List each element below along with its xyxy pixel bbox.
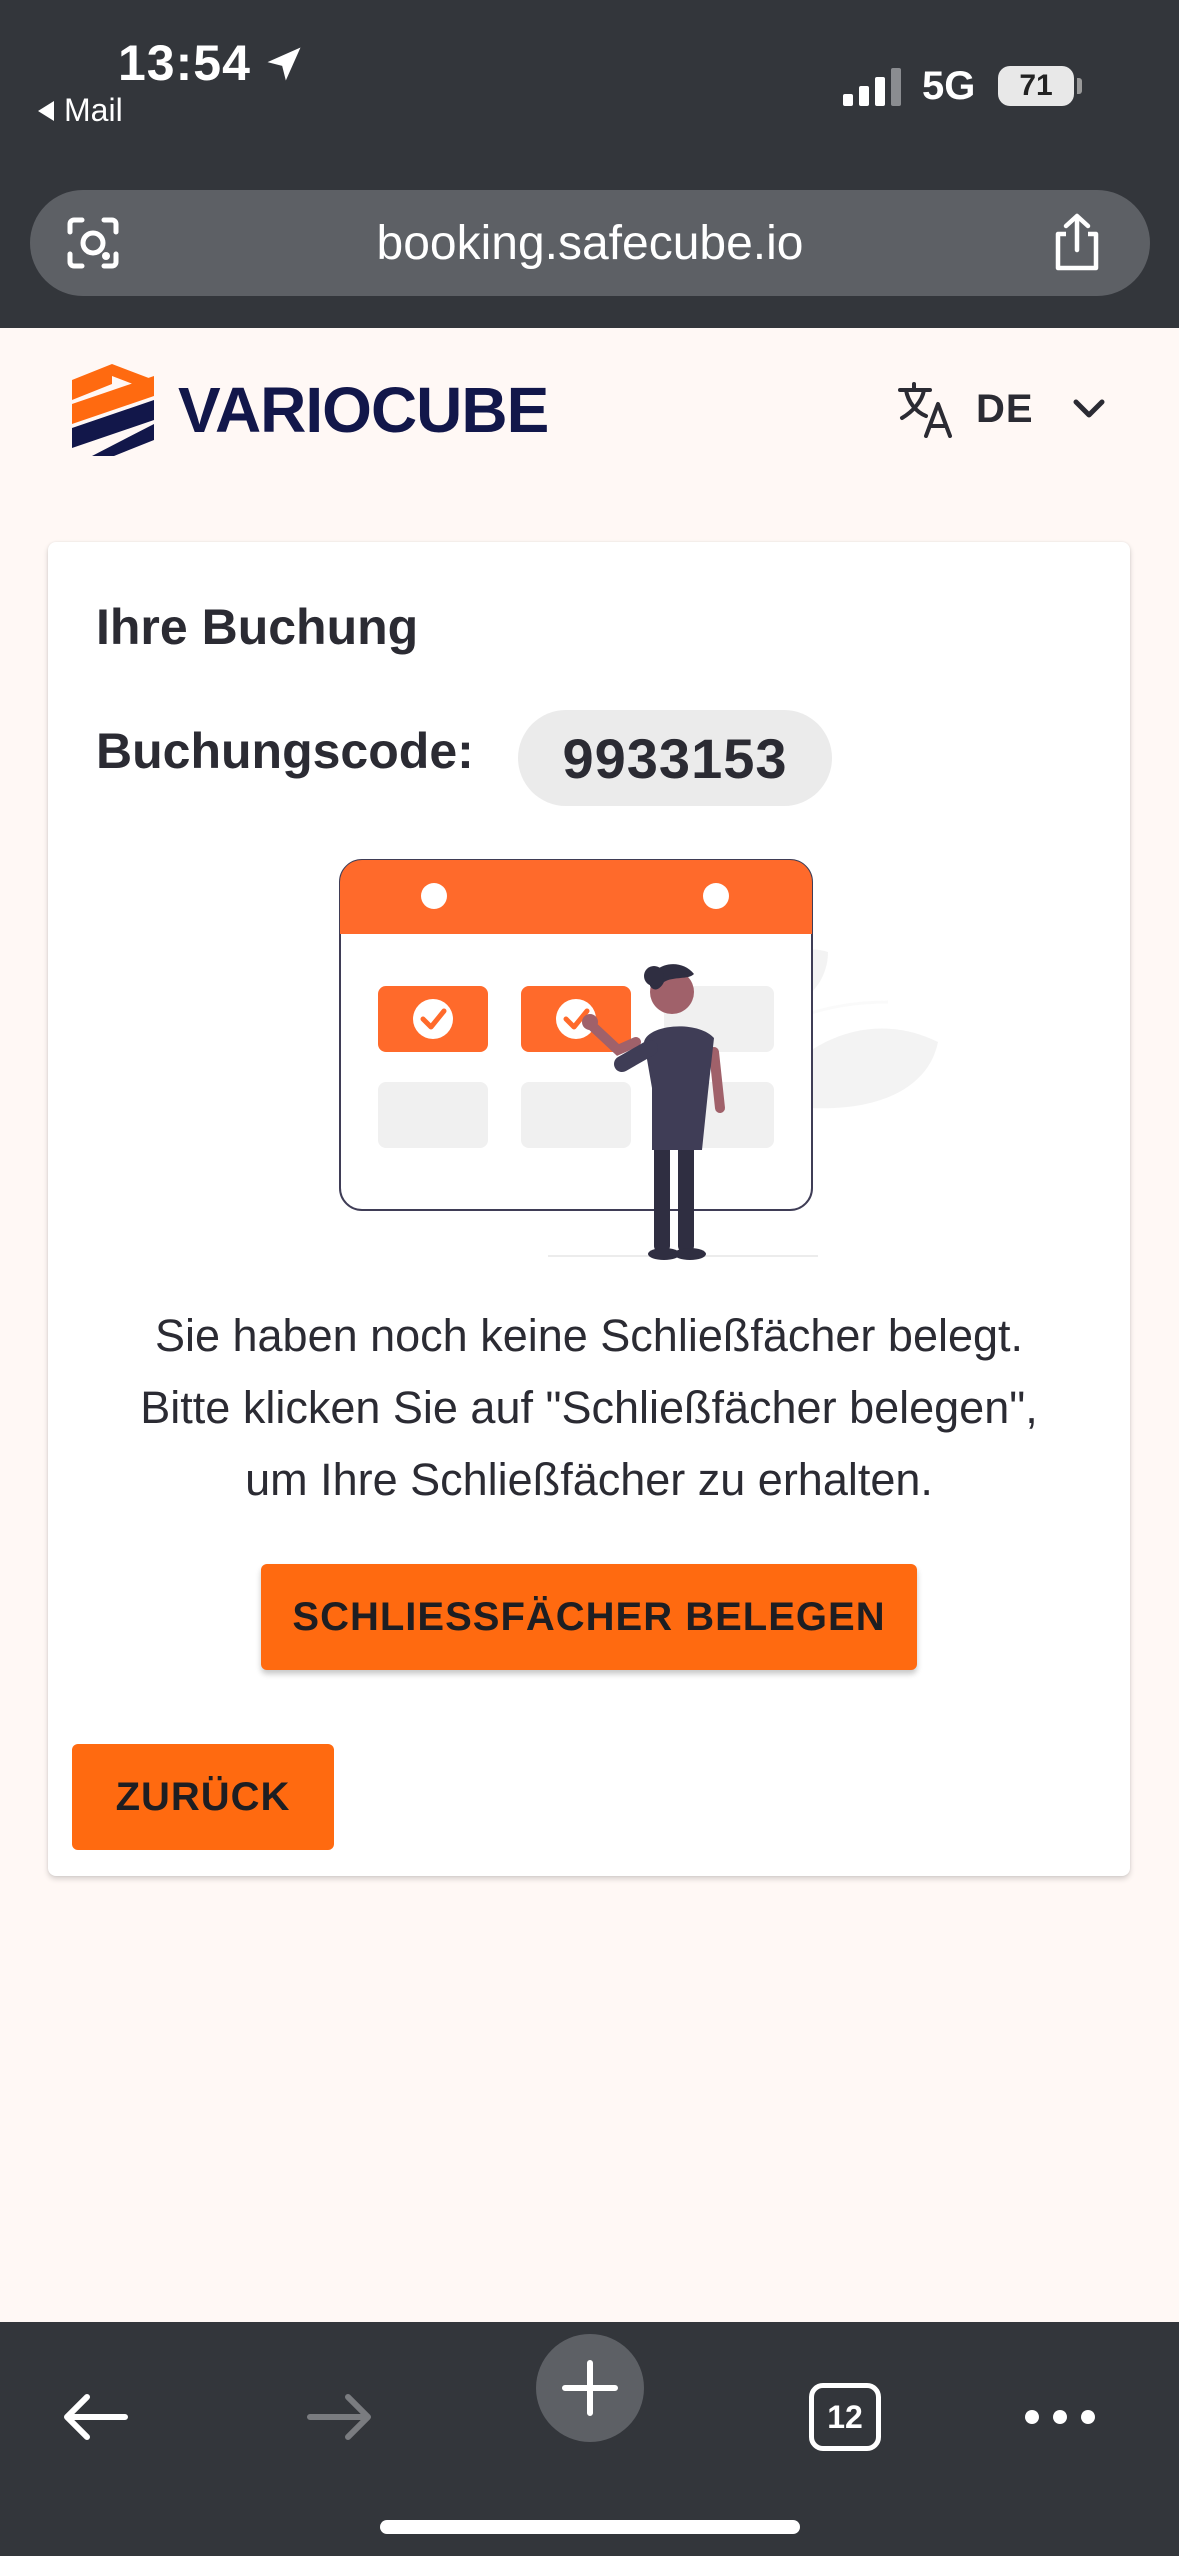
brand-name: VARIOCUBE	[178, 374, 549, 446]
message-line: um Ihre Schließfächer zu erhalten.	[245, 1454, 933, 1505]
translate-icon	[898, 382, 952, 438]
message-line: Sie haben noch keine Schließfächer beleg…	[154, 1310, 1024, 1361]
signal-icon	[843, 68, 901, 106]
card-title: Ihre Buchung	[96, 599, 419, 655]
battery-cap	[1077, 78, 1082, 94]
brand-logo[interactable]: VARIOCUBE	[70, 362, 549, 458]
booking-code-label: Buchungscode:	[96, 723, 474, 779]
more-menu-button[interactable]	[1005, 2352, 1115, 2482]
back-triangle-icon	[38, 100, 54, 121]
back-app-label: Mail	[64, 92, 123, 128]
tab-count: 12	[827, 2398, 863, 2435]
nav-back-button[interactable]	[40, 2352, 150, 2482]
nav-forward-button[interactable]	[285, 2352, 395, 2482]
empty-state-message: Sie haben noch keine Schließfächer beleg…	[88, 1300, 1090, 1516]
tabs-icon: 12	[809, 2383, 881, 2451]
booking-card: Ihre Buchung Buchungscode: 9933153 Sie h…	[48, 542, 1130, 1876]
more-icon	[1025, 2410, 1095, 2424]
logo-mark-icon	[72, 364, 154, 456]
back-arrow-icon	[64, 2394, 128, 2440]
message-line: Bitte klicken Sie auf "Schließfächer bel…	[140, 1382, 1038, 1433]
new-tab-button[interactable]	[536, 2334, 644, 2442]
plus-icon	[562, 2360, 618, 2416]
location-arrow-icon	[267, 47, 301, 81]
back-to-app-link[interactable]: Mail	[38, 92, 123, 129]
url-bar[interactable]: booking.safecube.io	[30, 190, 1150, 296]
booking-code-chip: 9933153	[518, 710, 832, 806]
chevron-down-icon	[1073, 399, 1105, 418]
calendar-illustration	[339, 859, 938, 1260]
language-selector[interactable]: DE	[896, 380, 1106, 438]
network-type: 5G	[922, 64, 976, 108]
language-code: DE	[976, 386, 1034, 431]
assign-lockers-button[interactable]: SCHLIESSFÄCHER BELEGEN	[261, 1564, 917, 1670]
browser-top-chrome: 13:54 Mail 5G 71 booking.safecube.io	[0, 0, 1179, 328]
forward-arrow-icon	[307, 2394, 371, 2440]
tabs-button[interactable]: 12	[790, 2352, 900, 2482]
home-indicator	[380, 2520, 800, 2534]
site-header: VARIOCUBE DE	[0, 328, 1179, 508]
share-icon[interactable]	[1048, 212, 1106, 274]
status-time: 13:54	[118, 35, 251, 91]
battery-icon: 71	[998, 66, 1074, 106]
battery-level: 71	[1019, 69, 1053, 102]
back-button[interactable]: ZURÜCK	[72, 1744, 334, 1850]
url-text: booking.safecube.io	[376, 217, 804, 270]
